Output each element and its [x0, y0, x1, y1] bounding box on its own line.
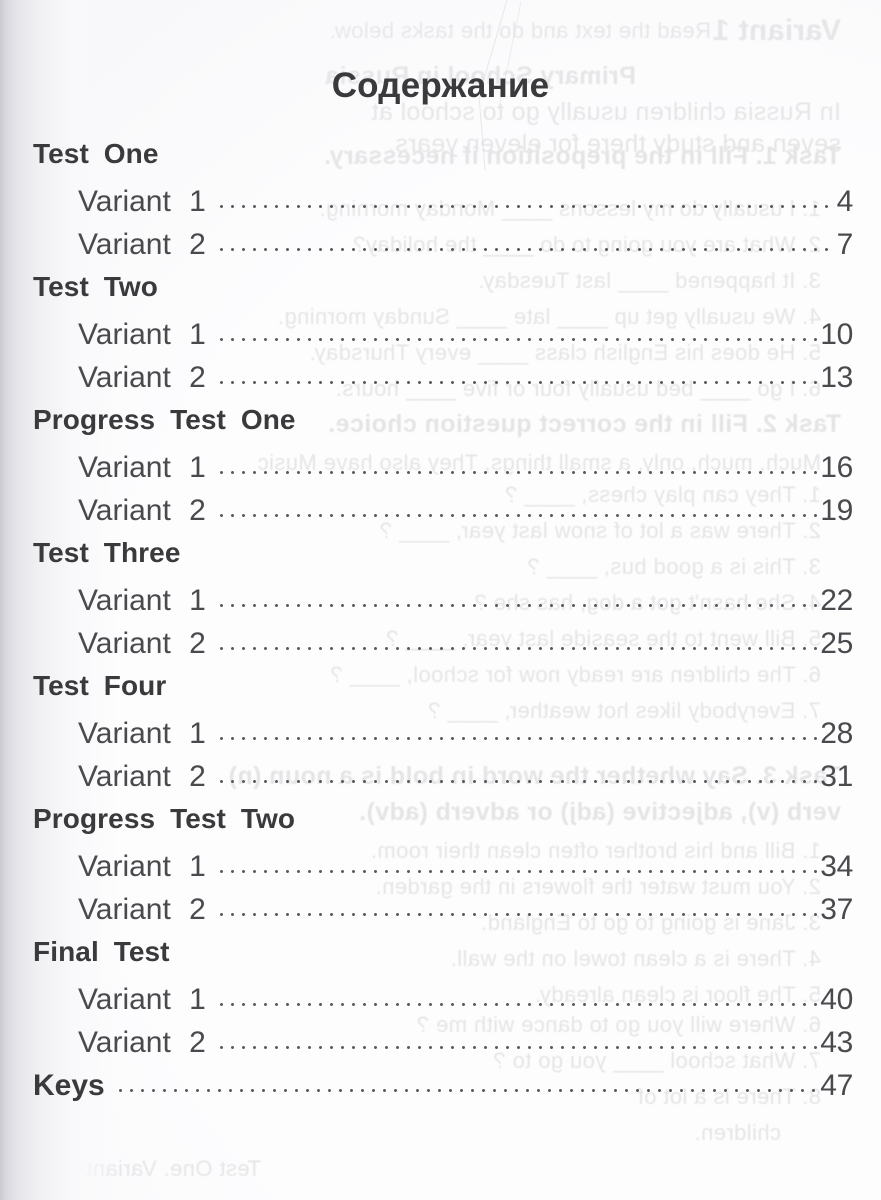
toc-section-heading-label: Final Test: [33, 936, 170, 967]
toc-page-number: 10: [820, 318, 853, 351]
toc-section-heading-label: Test Four: [33, 670, 167, 701]
toc-entry-label: Variant 2: [78, 1026, 206, 1059]
toc-entry-label: Variant 2: [78, 627, 206, 660]
toc-section-heading[interactable]: Progress Test One: [0, 404, 881, 451]
page-title: Содержание: [331, 66, 550, 105]
scanned-page: Variant 1 Read the text and do the tasks …: [0, 0, 881, 1200]
toc-entry-label: Variant 2: [78, 760, 206, 793]
toc-entry[interactable]: Variant 1 28: [0, 717, 881, 760]
toc-page-number: 4: [836, 185, 854, 218]
toc-page-number: 28: [820, 717, 853, 750]
dot-leader: [219, 328, 819, 344]
toc-entry[interactable]: Variant 2 19: [0, 494, 881, 537]
toc-entry[interactable]: Variant 2 13: [0, 361, 881, 404]
toc-section-heading[interactable]: Test Three: [0, 537, 881, 584]
toc-entry[interactable]: Variant 2 7: [0, 228, 881, 271]
toc-entry[interactable]: Variant 1 40: [0, 983, 881, 1026]
toc-entry[interactable]: Variant 2 43: [0, 1026, 881, 1069]
toc-entry-label: Variant 1: [78, 451, 206, 484]
toc-entry[interactable]: Variant 2 25: [0, 627, 881, 670]
toc-entry-label: Variant 2: [78, 893, 206, 926]
dot-leader: [219, 594, 819, 610]
toc-page-number: 7: [836, 228, 854, 261]
toc-entry-label: Variant 1: [78, 850, 206, 883]
bleed-line: Variant 1: [712, 14, 841, 47]
toc-entry[interactable]: Variant 2 37: [0, 893, 881, 936]
dot-leader: [219, 238, 835, 254]
dot-leader: [219, 860, 819, 876]
toc-entry-label: Variant 1: [78, 717, 206, 750]
dot-leader: [219, 903, 819, 919]
toc-section-heading[interactable]: Test Two: [0, 271, 881, 318]
toc-entry[interactable]: Variant 1 4: [0, 185, 881, 228]
toc-page-number: 13: [820, 361, 853, 394]
toc-page-number: 34: [820, 850, 853, 883]
toc-entry-label: Variant 1: [78, 584, 206, 617]
toc-entry-label: Variant 2: [78, 361, 206, 394]
toc-page-number: 40: [820, 983, 853, 1016]
dot-leader: [219, 461, 819, 477]
toc-entry-label: Variant 1: [78, 185, 206, 218]
toc-entry-keys-label: Keys: [33, 1069, 105, 1102]
dot-leader: [219, 637, 819, 653]
dot-leader: [219, 993, 819, 1009]
bleed-line: children.: [694, 1120, 781, 1145]
toc-section-heading[interactable]: Test One: [0, 138, 881, 185]
toc-page-number: 43: [820, 1026, 853, 1059]
bleed-line: Read the text and do the tasks below.: [329, 18, 711, 43]
toc-entry[interactable]: Variant 1 22: [0, 584, 881, 627]
table-of-contents: Test One Variant 1 4 Variant 2 7 Test Two Vari…: [0, 138, 881, 1115]
toc-entry-keys[interactable]: Keys 47: [0, 1069, 881, 1115]
toc-page-number: 25: [820, 627, 853, 660]
dot-leader: [219, 371, 819, 387]
toc-entry-label: Variant 1: [78, 983, 206, 1016]
toc-page-number: 31: [820, 760, 853, 793]
toc-section-heading[interactable]: Final Test: [0, 936, 881, 983]
bleed-line: Test One. Variant 1: [66, 1156, 261, 1181]
toc-section-heading-label: Progress Test One: [33, 404, 296, 435]
toc-section-heading-label: Progress Test Two: [33, 803, 296, 834]
toc-entry-label: Variant 2: [78, 494, 206, 527]
toc-entry[interactable]: Variant 1 34: [0, 850, 881, 893]
toc-page-number: 37: [820, 893, 853, 926]
dot-leader: [219, 504, 819, 520]
toc-section-heading-label: Test Two: [33, 271, 158, 302]
toc-section-heading-label: Test Three: [33, 537, 181, 568]
dot-leader: [219, 727, 819, 743]
toc-entry[interactable]: Variant 2 31: [0, 760, 881, 803]
dot-leader: [118, 1079, 819, 1095]
toc-section-heading-label: Test One: [33, 138, 159, 169]
toc-page-number: 22: [820, 584, 853, 617]
toc-entry[interactable]: Variant 1 10: [0, 318, 881, 361]
toc-page-number: 19: [820, 494, 853, 527]
dot-leader: [219, 195, 835, 211]
toc-section-heading[interactable]: Test Four: [0, 670, 881, 717]
toc-entry-label: Variant 1: [78, 318, 206, 351]
toc-section-heading[interactable]: Progress Test Two: [0, 803, 881, 850]
dot-leader: [219, 1036, 819, 1052]
dot-leader: [219, 770, 819, 786]
toc-entry[interactable]: Variant 1 16: [0, 451, 881, 494]
toc-page-number: 16: [820, 451, 853, 484]
toc-entry-label: Variant 2: [78, 228, 206, 261]
toc-page-number: 47: [820, 1069, 853, 1102]
